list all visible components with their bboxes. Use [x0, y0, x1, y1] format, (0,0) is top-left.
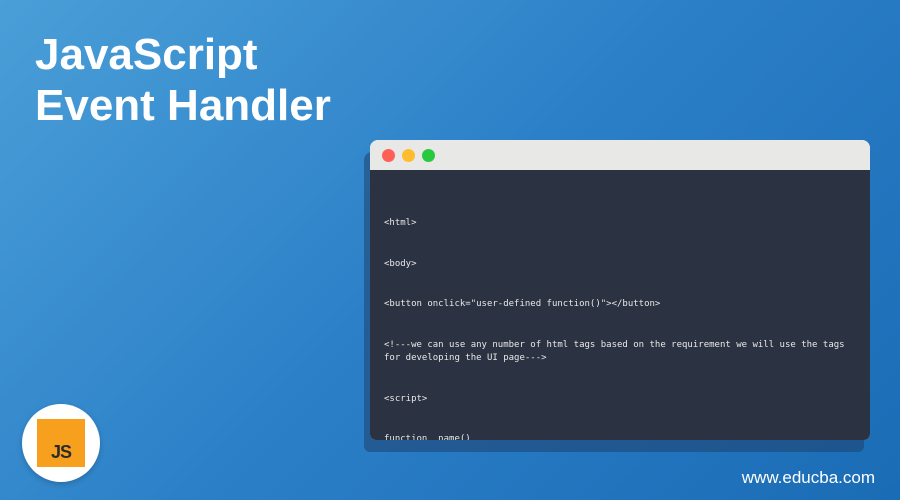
javascript-logo-icon: JS [37, 419, 85, 467]
code-content: <html> <body> <button onclick="user-defi… [370, 170, 870, 440]
close-icon [382, 149, 395, 162]
minimize-icon [402, 149, 415, 162]
code-line: <html> [384, 217, 856, 231]
code-line: <button onclick="user-defined function()… [384, 298, 856, 312]
code-line: <body> [384, 258, 856, 272]
code-line: <!---we can use any number of html tags … [384, 339, 856, 366]
logo-badge: JS [22, 404, 100, 482]
page-title: JavaScript Event Handler [35, 30, 331, 131]
website-url: www.educba.com [742, 468, 875, 488]
code-line: <script> [384, 393, 856, 407]
logo-label: JS [51, 442, 71, 463]
code-window: <html> <body> <button onclick="user-defi… [370, 140, 870, 440]
maximize-icon [422, 149, 435, 162]
code-line: function name() [384, 433, 856, 440]
window-titlebar [370, 140, 870, 170]
